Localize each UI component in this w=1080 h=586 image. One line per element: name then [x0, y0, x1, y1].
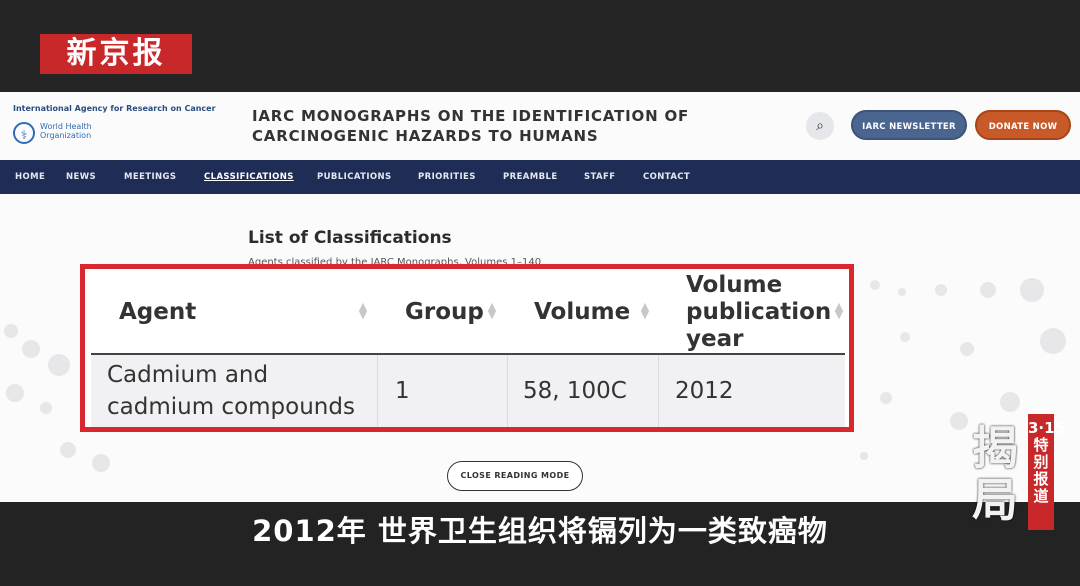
decor-dot [870, 280, 880, 290]
close-reading-mode-button[interactable]: CLOSE READING MODE [447, 461, 583, 491]
nav-item-contact[interactable]: CONTACT [643, 160, 690, 194]
cell-publication-year: 2012 [675, 378, 734, 404]
cell-group: 1 [395, 378, 410, 404]
decor-dot [22, 340, 40, 358]
decor-dot [60, 442, 76, 458]
cell-agent: Cadmium and cadmium compounds [107, 362, 355, 420]
broadcaster-logo: 新京报 [40, 34, 192, 74]
iarc-name[interactable]: International Agency for Research on Can… [13, 104, 216, 113]
decor-dot [980, 282, 996, 298]
column-header-agent[interactable]: Agent [119, 269, 349, 355]
decor-dot [898, 288, 906, 296]
column-header-publication-year[interactable]: Volume publication year [686, 269, 831, 355]
nav-item-preamble[interactable]: PREAMBLE [503, 160, 558, 194]
search-icon: ⌕ [816, 118, 824, 134]
decor-dot [860, 452, 868, 460]
cell-volume: 58, 100C [523, 378, 627, 404]
decor-dot [900, 332, 910, 342]
decor-dot [6, 384, 24, 402]
program-tag: 3·15特别报道 [1028, 414, 1065, 530]
donate-button[interactable]: DONATE NOW [975, 110, 1071, 140]
nav-item-meetings[interactable]: MEETINGS [124, 160, 176, 194]
decor-dot [880, 392, 892, 404]
sort-icon[interactable]: ▲ ▼ [833, 301, 845, 320]
column-divider [377, 355, 378, 427]
sort-icon[interactable]: ▲ ▼ [639, 301, 651, 320]
sort-icon[interactable]: ▲ ▼ [357, 301, 369, 320]
site-title-line-1: IARC MONOGRAPHS ON THE IDENTIFICATION OF [252, 107, 690, 125]
nav-item-home[interactable]: HOME [15, 160, 45, 194]
nav-item-classifications[interactable]: CLASSIFICATIONS [204, 160, 294, 194]
classification-table: Agent ▲ ▼ Group ▲ ▼ Volume ▲ ▼ Volume publi… [80, 264, 854, 432]
list-title: List of Classifications [248, 228, 452, 248]
nav-item-priorities[interactable]: PRIORITIES [418, 160, 476, 194]
decor-dot [1040, 328, 1066, 354]
decor-dot [4, 324, 18, 338]
column-divider [658, 355, 659, 427]
decor-dot [935, 284, 947, 296]
video-subtitle: 2012年 世界卫生组织将镉列为一类致癌物 [252, 514, 828, 548]
decor-dot [92, 454, 110, 472]
site-header: International Agency for Research on Can… [0, 92, 1080, 160]
decor-dot [40, 402, 52, 414]
who-name[interactable]: World Health Organization [40, 122, 110, 140]
decor-dot [960, 342, 974, 356]
main-nav: HOME NEWS MEETINGS CLASSIFICATIONS PUBLI… [0, 160, 1080, 194]
site-title: IARC MONOGRAPHS ON THE IDENTIFICATION OF… [252, 106, 722, 146]
sort-icon[interactable]: ▲ ▼ [486, 301, 498, 320]
newsletter-button[interactable]: IARC NEWSLETTER [851, 110, 967, 140]
decor-dot [1020, 278, 1044, 302]
website-screenshot: International Agency for Research on Can… [0, 92, 1080, 502]
decor-dot [48, 354, 70, 376]
column-header-volume[interactable]: Volume [534, 269, 634, 355]
column-divider [507, 355, 508, 427]
nav-item-publications[interactable]: PUBLICATIONS [317, 160, 392, 194]
who-emblem-icon: ⚕ [13, 122, 35, 144]
column-header-group[interactable]: Group [405, 269, 485, 355]
site-title-line-2: CARCINOGENIC HAZARDS TO HUMANS [252, 127, 599, 145]
decor-dot [1000, 392, 1020, 412]
program-stamp: 揭局 [972, 421, 1018, 527]
search-button[interactable]: ⌕ [806, 112, 834, 140]
nav-item-news[interactable]: NEWS [66, 160, 96, 194]
nav-item-staff[interactable]: STAFF [584, 160, 615, 194]
